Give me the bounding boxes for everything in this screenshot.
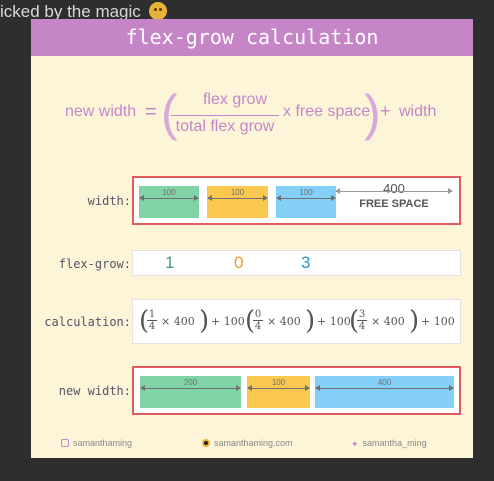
width-segment-2: 100 (207, 186, 268, 218)
formula-numerator: flex grow (202, 91, 268, 108)
flex-grow-label: flex-grow: (58, 257, 131, 271)
footer: samanthaming samanthaming.com ✦ samantha_… (31, 438, 473, 454)
smiling-face-icon (148, 2, 167, 20)
footer-instagram: samanthaming (61, 438, 132, 448)
calc-term-3-num: 3 (357, 309, 367, 321)
formula-plus: + (380, 101, 391, 121)
width-segment-2-arrow (207, 195, 268, 201)
infographic-card: flex-grow calculation new width = ( flex… (31, 19, 473, 458)
new-width-segment-2-arrow (247, 385, 310, 391)
width-segment-1-value: 100 (162, 188, 176, 197)
free-space-value: 400 (383, 181, 405, 196)
flex-grow-row: 1 0 3 (132, 250, 461, 276)
free-space-arrow (335, 188, 453, 194)
free-space-label: FREE SPACE (359, 198, 429, 210)
flex-grow-value-3: 3 (301, 253, 311, 272)
width-label: width: (87, 194, 131, 208)
calc-term-2-den: 4 (254, 321, 262, 332)
width-segment-2-value: 100 (230, 188, 245, 197)
new-width-segment-3-value: 400 (377, 378, 392, 387)
new-width-row: 200 100 400 (132, 366, 461, 415)
calc-term-1-plus: + 100 (211, 315, 245, 328)
width-segment-3: 100 (276, 186, 336, 218)
instagram-icon (61, 439, 69, 447)
twitter-bird-icon: ✦ (351, 439, 359, 449)
footer-website: samanthaming.com (202, 438, 293, 448)
flex-grow-value-2: 0 (234, 253, 244, 272)
new-width-segment-1: 200 (140, 376, 241, 408)
new-width-segment-3: 400 (315, 376, 454, 408)
calculation-label: calculation: (44, 315, 131, 329)
calc-term-1-num: 1 (147, 309, 157, 321)
formula: new width = ( flex grow total flex grow … (31, 85, 473, 145)
footer-twitter-text: samantha_ming (362, 438, 427, 448)
footer-website-text: samanthaming.com (214, 438, 293, 448)
formula-rhs: width (399, 103, 437, 120)
formula-equals: = (145, 101, 157, 123)
fraction-bar (171, 115, 279, 116)
free-space: 400 FREE SPACE (334, 181, 454, 213)
width-segment-3-arrow (276, 195, 336, 201)
footer-instagram-text: samanthaming (73, 438, 133, 448)
right-paren: ) (364, 85, 381, 141)
calc-term-1-den: 4 (148, 321, 156, 332)
flex-grow-value-1: 1 (165, 253, 175, 272)
calculation-row: ( 1 4 × 400 ) + 100 ( 0 4 × 400 ) + 100 … (132, 299, 461, 344)
width-segment-1-arrow (139, 195, 199, 201)
new-width-segment-3-arrow (315, 385, 454, 391)
new-width-segment-2-value: 100 (271, 378, 286, 387)
calc-term-2-plus: + 100 (317, 315, 351, 328)
calc-term-2-times: × 400 (267, 315, 301, 328)
formula-times-free-space: x free space (283, 103, 371, 120)
calc-term-2-num: 0 (253, 309, 263, 321)
new-width-segment-2: 100 (247, 376, 310, 408)
globe-icon (202, 439, 210, 447)
calc-term-3-den: 4 (358, 321, 366, 332)
calc-term-3-plus: + 100 (421, 315, 455, 328)
formula-lhs: new width (65, 103, 137, 120)
footer-twitter: ✦ samantha_ming (351, 438, 427, 450)
page-title: flex-grow calculation (31, 19, 473, 56)
calc-term-1-times: × 400 (161, 315, 195, 328)
new-width-segment-1-value: 200 (183, 378, 198, 387)
width-row: 100 100 100 400 FREE SPACE (132, 176, 461, 225)
new-width-label: new width: (58, 384, 131, 398)
width-segment-1: 100 (139, 186, 199, 218)
width-segment-3-value: 100 (299, 188, 313, 197)
calc-term-3-times: × 400 (371, 315, 405, 328)
new-width-segment-1-arrow (140, 385, 241, 391)
formula-denominator: total flex grow (175, 118, 275, 135)
